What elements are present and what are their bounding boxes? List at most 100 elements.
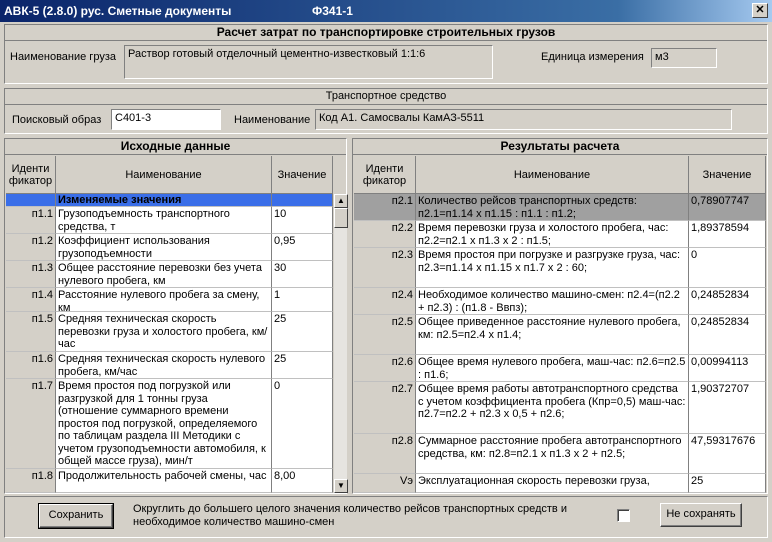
table-row[interactable]: п1.4 Расстояние нулевого пробега за смен…: [6, 288, 333, 312]
table-row[interactable]: п1.6 Средняя техническая скорость нулево…: [6, 352, 333, 379]
table-row[interactable]: п1.8 Продолжительность рабочей смены, ча…: [6, 469, 333, 493]
table-row[interactable]: п2.7 Общее время работы автотранспортног…: [354, 382, 766, 434]
close-icon: ✕: [755, 4, 765, 16]
title-bar: АВК-5 (2.8.0) рус. Сметные документы Ф34…: [0, 0, 772, 22]
row-name: Общее приведенное расстояние нулевого пр…: [416, 315, 689, 355]
transport-header: Транспортное средство: [5, 89, 767, 105]
scroll-down-icon[interactable]: ▼: [334, 479, 348, 493]
cargo-panel: Расчет затрат по транспортировке строите…: [4, 24, 768, 84]
form-code: Ф341-1: [312, 4, 353, 18]
row-name: Общее время нулевого пробега, маш-час: п…: [416, 355, 689, 382]
row-id: п2.6: [354, 355, 416, 382]
search-input[interactable]: С401-3: [111, 109, 221, 130]
row-id: п1.2: [6, 234, 56, 261]
window-title: АВК-5 (2.8.0) рус. Сметные документы: [4, 4, 232, 18]
row-name: Количество рейсов транспортных средств: …: [416, 194, 689, 221]
row-id: п1.6: [6, 352, 56, 379]
row-value: 47,59317676: [689, 434, 766, 474]
table-row[interactable]: п2.6 Общее время нулевого пробега, маш-ч…: [354, 355, 766, 382]
round-option-text: Округлить до большего целого значения ко…: [133, 503, 567, 528]
inputs-col-id: Иденти фикатор: [6, 156, 56, 194]
row-name: Изменяемые значения: [56, 194, 272, 207]
results-panel: Результаты расчета Иденти фикатор Наимен…: [352, 138, 768, 494]
row-name: Продолжительность рабочей смены, час: [56, 469, 272, 493]
row-id: п2.8: [354, 434, 416, 474]
table-row[interactable]: п2.8 Суммарное расстояние пробега автотр…: [354, 434, 766, 474]
inputs-col-value: Значение: [272, 156, 333, 194]
cargo-header: Расчет затрат по транспортировке строите…: [5, 25, 767, 41]
row-value: 0,24852834: [689, 288, 766, 315]
table-row[interactable]: п1.3 Общее расстояние перевозки без учет…: [6, 261, 333, 288]
row-id: п1.4: [6, 288, 56, 312]
table-row[interactable]: п2.1 Количество рейсов транспортных сред…: [354, 194, 766, 221]
no-save-button[interactable]: Не сохранять: [660, 503, 742, 527]
save-button[interactable]: Сохранить: [38, 503, 114, 529]
table-row[interactable]: п2.4 Необходимое количество машино-смен:…: [354, 288, 766, 315]
table-row[interactable]: п2.5 Общее приведенное расстояние нулево…: [354, 315, 766, 355]
row-name: Эксплуатационная скорость перевозки груз…: [416, 474, 689, 493]
search-label: Поисковый образ: [12, 114, 102, 126]
row-id: п2.3: [354, 248, 416, 288]
table-row[interactable]: п1.7 Время простоя под погрузкой или раз…: [6, 379, 333, 469]
row-name: Общее расстояние перевозки без учета нул…: [56, 261, 272, 288]
vehicle-name-label: Наименование: [234, 114, 311, 126]
row-value: 0: [272, 379, 333, 469]
inputs-col-name: Наименование: [56, 156, 272, 194]
row-id: п1.1: [6, 207, 56, 234]
table-row[interactable]: п1.1 Грузоподъемность транспортного сред…: [6, 207, 333, 234]
results-col-value: Значение: [689, 156, 766, 194]
row-name: Расстояние нулевого пробега за смену, км: [56, 288, 272, 312]
inputs-grid: Иденти фикатор Наименование Значение Изм…: [6, 156, 333, 493]
row-id: п2.4: [354, 288, 416, 315]
row-value: 0,95: [272, 234, 333, 261]
row-name: Коэффициент использования грузоподъемнос…: [56, 234, 272, 261]
row-id: п2.1: [354, 194, 416, 221]
table-row[interactable]: п2.3 Время простоя при погрузке и разгру…: [354, 248, 766, 288]
row-value: 1: [272, 288, 333, 312]
results-header: Результаты расчета: [353, 139, 767, 155]
row-id: п2.5: [354, 315, 416, 355]
row-id: п1.3: [6, 261, 56, 288]
cargo-name-label: Наименование груза: [10, 51, 116, 63]
row-id: п2.2: [354, 221, 416, 248]
vehicle-name-field[interactable]: Код А1. Самосвалы КамАЗ-5511: [315, 109, 732, 130]
row-value: 25: [272, 312, 333, 352]
table-row[interactable]: п1.2 Коэффициент использования грузоподъ…: [6, 234, 333, 261]
inputs-scrollbar[interactable]: ▲ ▼: [333, 194, 348, 493]
table-row[interactable]: п1.5 Средняя техническая скорость перево…: [6, 312, 333, 352]
row-name: Время простоя под погрузкой или разгрузк…: [56, 379, 272, 469]
table-row[interactable]: Vэ Эксплуатационная скорость перевозки г…: [354, 474, 766, 493]
results-grid: Иденти фикатор Наименование Значение п2.…: [354, 156, 766, 493]
close-button[interactable]: ✕: [752, 3, 768, 18]
row-name: Необходимое количество машино-смен: п2.4…: [416, 288, 689, 315]
row-value: 1,90372707: [689, 382, 766, 434]
row-id: п2.7: [354, 382, 416, 434]
results-col-name: Наименование: [416, 156, 689, 194]
scroll-thumb[interactable]: [334, 208, 348, 228]
row-id: п1.8: [6, 469, 56, 493]
row-name: Средняя техническая скорость нулевого пр…: [56, 352, 272, 379]
cargo-name-field[interactable]: Раствор готовый отделочный цементно-изве…: [124, 45, 493, 79]
row-value: 0,78907747: [689, 194, 766, 221]
footer-panel: Сохранить Округлить до большего целого з…: [4, 496, 768, 538]
row-value: 30: [272, 261, 333, 288]
row-value: 1,89378594: [689, 221, 766, 248]
inputs-header: Исходные данные: [5, 139, 346, 155]
row-name: Общее время работы автотранспортного сре…: [416, 382, 689, 434]
row-id: п1.7: [6, 379, 56, 469]
table-row[interactable]: Изменяемые значения: [6, 194, 333, 207]
round-checkbox[interactable]: [617, 509, 630, 522]
row-value: 25: [272, 352, 333, 379]
row-value: 0: [689, 248, 766, 288]
row-value: 25: [689, 474, 766, 493]
table-row[interactable]: п2.2 Время перевозки груза и холостого п…: [354, 221, 766, 248]
row-value: 10: [272, 207, 333, 234]
inputs-panel: Исходные данные Иденти фикатор Наименова…: [4, 138, 348, 494]
unit-label: Единица измерения: [541, 51, 644, 63]
transport-panel: Транспортное средство Поисковый образ С4…: [4, 88, 768, 134]
unit-field[interactable]: м3: [651, 48, 717, 68]
scroll-up-icon[interactable]: ▲: [334, 194, 348, 208]
row-name: Суммарное расстояние пробега автотранспо…: [416, 434, 689, 474]
row-id: [6, 194, 56, 207]
row-value: [272, 194, 333, 207]
